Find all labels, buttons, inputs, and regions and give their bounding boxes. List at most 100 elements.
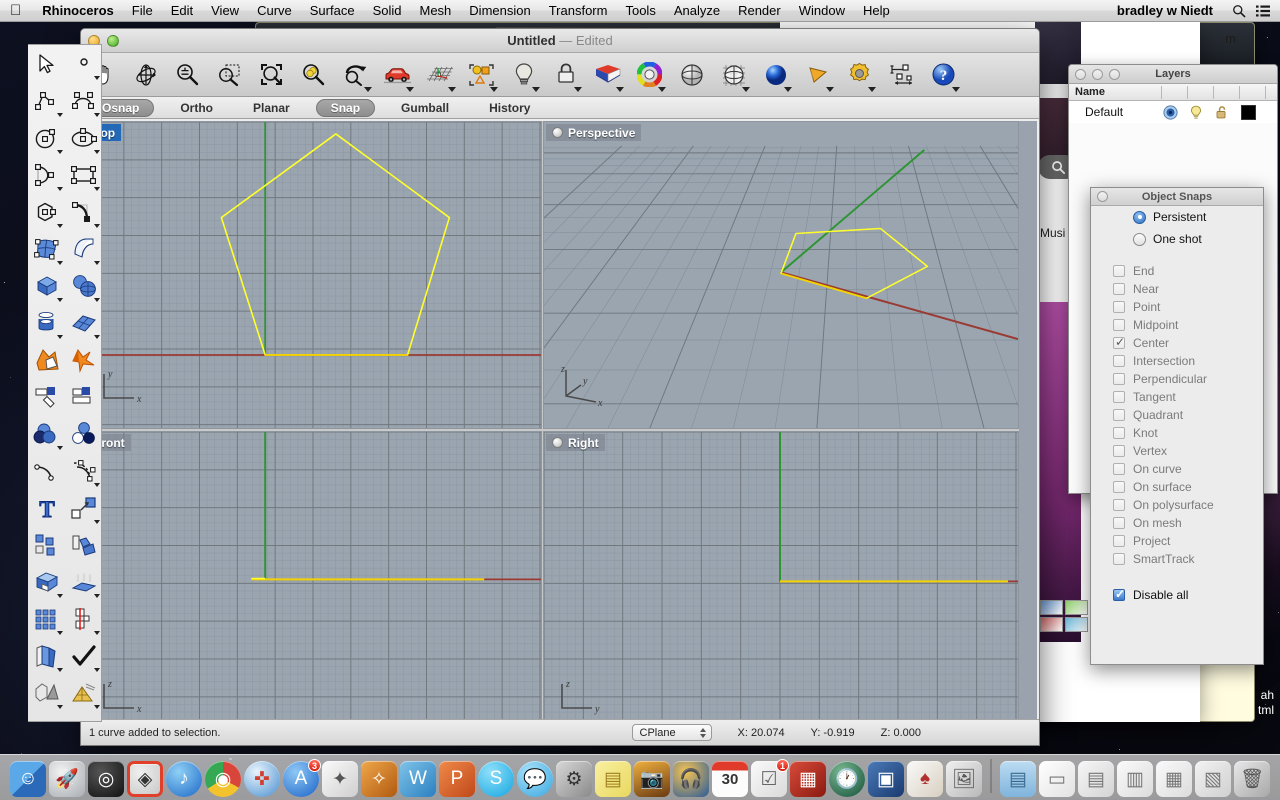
checkbox-icon[interactable] xyxy=(1113,499,1125,511)
chevron-down-icon[interactable] xyxy=(826,87,834,92)
downloads-folder-icon[interactable]: ▤ xyxy=(1000,761,1036,797)
fillet-curve-tool[interactable] xyxy=(65,193,102,230)
chevron-down-icon[interactable] xyxy=(94,594,100,598)
named-views-tool[interactable] xyxy=(377,55,418,95)
skype-icon[interactable]: S xyxy=(478,761,514,797)
tool-palette[interactable]: T xyxy=(28,44,102,722)
chevron-down-icon[interactable] xyxy=(57,668,63,672)
sphere-tool[interactable] xyxy=(65,267,102,304)
chevron-down-icon[interactable] xyxy=(94,113,100,117)
array-tool[interactable] xyxy=(28,526,65,563)
osnap-midpoint[interactable]: Midpoint xyxy=(1091,316,1263,334)
calendar-icon[interactable]: 30 xyxy=(712,761,748,797)
iphoto-icon[interactable]: 📷 xyxy=(634,761,670,797)
cylinder-tool[interactable] xyxy=(28,304,65,341)
display-mode-tool[interactable] xyxy=(587,55,628,95)
solid-tools[interactable] xyxy=(28,674,65,711)
zoom-tool[interactable] xyxy=(167,55,208,95)
cap-tool[interactable] xyxy=(28,563,65,600)
keynote-icon[interactable]: ▣ xyxy=(868,761,904,797)
osnap-mode-persistent[interactable]: Persistent xyxy=(1091,206,1263,228)
mirror-tool[interactable] xyxy=(65,600,102,637)
page-document-icon[interactable]: ▥ xyxy=(1117,761,1153,797)
cinema4d-icon[interactable]: ✧ xyxy=(361,761,397,797)
search-icon[interactable] xyxy=(1232,4,1246,18)
layers-panel-titlebar[interactable]: Layers xyxy=(1069,65,1277,84)
explode-tool[interactable] xyxy=(65,341,102,378)
right-viewport[interactable]: Right zy xyxy=(543,431,1019,739)
cplane-dropdown[interactable]: CPlane xyxy=(632,724,712,741)
chevron-down-icon[interactable] xyxy=(57,335,63,339)
menu-item-help[interactable]: Help xyxy=(854,2,899,20)
chevron-down-icon[interactable] xyxy=(94,668,100,672)
chrome-icon[interactable]: ◉ xyxy=(205,761,241,797)
surface-patch-tool[interactable] xyxy=(65,304,102,341)
messages-icon[interactable]: 💬 xyxy=(517,761,553,797)
osnap-on-curve[interactable]: On curve xyxy=(1091,460,1263,478)
chevron-down-icon[interactable] xyxy=(658,87,666,92)
menu-item-transform[interactable]: Transform xyxy=(540,2,617,20)
menu-item-analyze[interactable]: Analyze xyxy=(665,2,729,20)
article-document-icon[interactable]: ▦ xyxy=(1156,761,1192,797)
extrude-planar-tool[interactable] xyxy=(65,563,102,600)
osnap-smarttrack[interactable]: SmartTrack xyxy=(1091,550,1263,568)
layer-visibility-icon[interactable] xyxy=(1188,104,1204,120)
help-tool[interactable]: ? xyxy=(923,55,964,95)
chevron-down-icon[interactable] xyxy=(616,87,624,92)
rhinoceros-icon[interactable]: ◈ xyxy=(127,761,163,797)
osnap-disable-all[interactable]: Disable all xyxy=(1091,586,1263,604)
chevron-down-icon[interactable] xyxy=(448,87,456,92)
chevron-down-icon[interactable] xyxy=(94,150,100,154)
osnap-quadrant[interactable]: Quadrant xyxy=(1091,406,1263,424)
chevron-down-icon[interactable] xyxy=(94,187,100,191)
osnap-intersection[interactable]: Intersection xyxy=(1091,352,1263,370)
arc-tool[interactable] xyxy=(28,156,65,193)
front-viewport[interactable]: Front zx xyxy=(85,431,542,739)
checkbox-icon[interactable] xyxy=(1113,517,1125,529)
checkbox-icon[interactable] xyxy=(1113,553,1125,565)
box-tool[interactable] xyxy=(28,267,65,304)
chevron-down-icon[interactable] xyxy=(57,113,63,117)
table-row[interactable]: Default xyxy=(1069,101,1277,123)
app-store-icon[interactable]: A3 xyxy=(283,761,319,797)
itunes-icon[interactable]: ♪ xyxy=(166,761,202,797)
osnap-point[interactable]: Point xyxy=(1091,298,1263,316)
osnap-on-surface[interactable]: On surface xyxy=(1091,478,1263,496)
ellipse-tool[interactable] xyxy=(65,119,102,156)
window-titlebar[interactable]: Untitled — Edited xyxy=(81,29,1039,53)
zoom-button[interactable] xyxy=(107,35,119,47)
extrude-surface-tool[interactable] xyxy=(65,230,102,267)
chevron-down-icon[interactable] xyxy=(784,87,792,92)
checkbox-icon[interactable] xyxy=(1113,481,1125,493)
split-tool[interactable] xyxy=(65,378,102,415)
tab-ortho[interactable]: Ortho xyxy=(166,99,227,117)
text-tool[interactable]: T xyxy=(28,489,65,526)
osnap-near[interactable]: Near xyxy=(1091,280,1263,298)
osnap-vertex[interactable]: Vertex xyxy=(1091,442,1263,460)
chevron-down-icon[interactable] xyxy=(94,631,100,635)
osnap-knot[interactable]: Knot xyxy=(1091,424,1263,442)
rectangle-tool[interactable] xyxy=(65,156,102,193)
mac-menu-bar[interactable]:  Rhinoceros File Edit View Curve Surfac… xyxy=(0,0,1280,22)
chevron-down-icon[interactable] xyxy=(94,298,100,302)
point-tool[interactable] xyxy=(65,45,102,82)
circle-tool[interactable] xyxy=(28,119,65,156)
rhinoceros-window[interactable]: Untitled — Edited ? Osnap Ortho Planar S… xyxy=(80,28,1040,746)
chevron-down-icon[interactable] xyxy=(57,705,63,709)
preview-icon[interactable]: 🖼 xyxy=(946,761,982,797)
surface-from-curves-tool[interactable] xyxy=(28,230,65,267)
chevron-down-icon[interactable] xyxy=(94,261,100,265)
osnap-perpendicular[interactable]: Perpendicular xyxy=(1091,370,1263,388)
menu-item-edit[interactable]: Edit xyxy=(162,2,202,20)
menu-item-tools[interactable]: Tools xyxy=(616,2,664,20)
system-preferences-icon[interactable]: ⚙ xyxy=(556,761,592,797)
chevron-down-icon[interactable] xyxy=(57,298,63,302)
light-tool[interactable] xyxy=(503,55,544,95)
stepper-arrows-icon[interactable] xyxy=(698,726,708,740)
render-tool[interactable] xyxy=(755,55,796,95)
zoom-extents-tool[interactable] xyxy=(251,55,292,95)
checkbox-icon[interactable] xyxy=(1113,535,1125,547)
checkbox-icon[interactable] xyxy=(1113,391,1125,403)
layers-column-headers[interactable]: Name xyxy=(1069,84,1277,101)
chevron-down-icon[interactable] xyxy=(57,446,63,450)
